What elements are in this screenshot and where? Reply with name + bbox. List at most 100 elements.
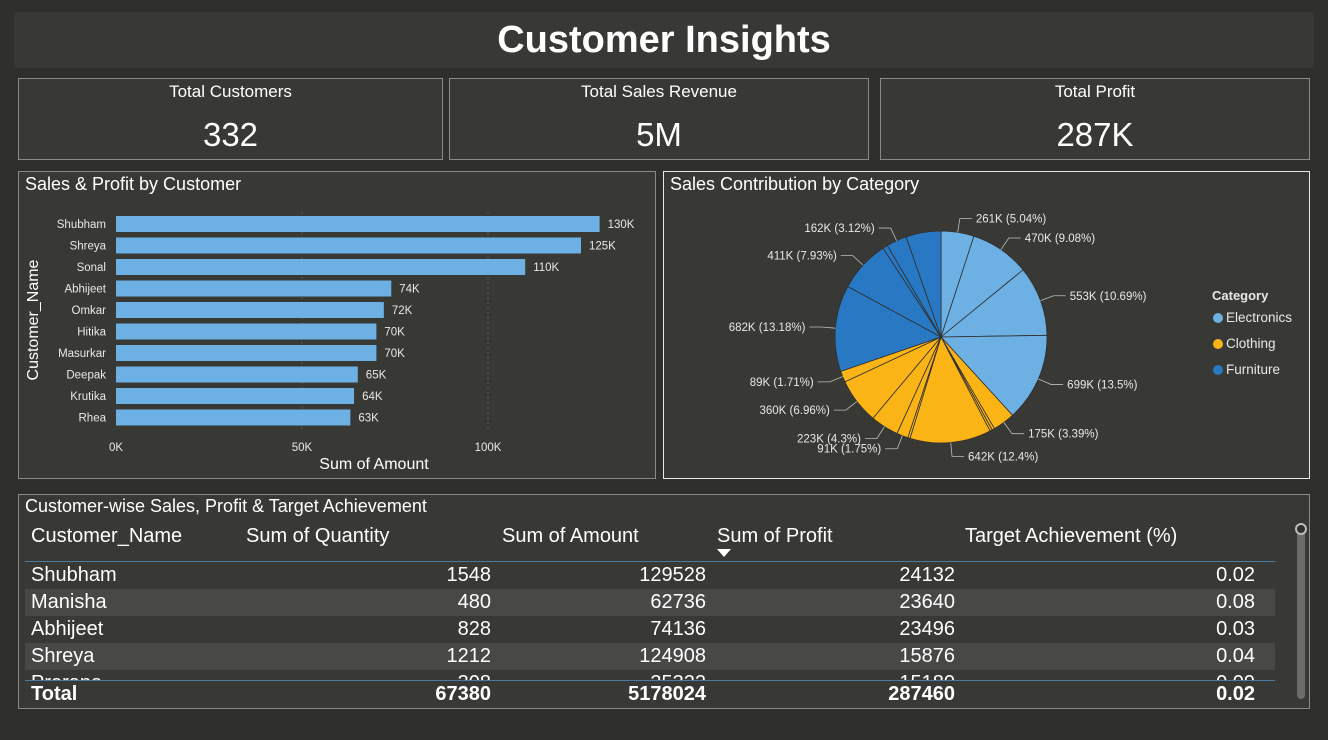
total-label: Total — [31, 683, 78, 705]
legend-title: Category — [1212, 288, 1269, 303]
bar[interactable] — [116, 409, 351, 426]
cell-amount: 62736 — [650, 591, 706, 613]
table-row[interactable]: Abhijeet 828 74136 23496 0.03 — [25, 616, 1275, 643]
cell-quantity: 1548 — [446, 564, 492, 586]
pie-leader-line — [817, 376, 843, 383]
bar[interactable] — [116, 388, 355, 404]
col-header-target-achievement[interactable]: Target Achievement (%) — [965, 525, 1177, 548]
x-tick-label: 50K — [292, 442, 313, 454]
pie-leader-line — [1040, 295, 1066, 301]
pie-chart-panel[interactable]: Sales Contribution by Category 261K (5.0… — [663, 171, 1310, 479]
legend-label[interactable]: Furniture — [1226, 362, 1280, 377]
legend-marker[interactable] — [1213, 365, 1223, 375]
x-tick-label: 0K — [109, 442, 123, 454]
data-table: Customer_Name Sum of Quantity Sum of Amo… — [25, 517, 1275, 711]
cell-amount: 74136 — [650, 618, 706, 640]
kpi-card-total-sales-revenue[interactable]: Total Sales Revenue 5M — [449, 78, 869, 160]
cell-quantity: 480 — [457, 591, 491, 613]
legend-marker[interactable] — [1213, 313, 1223, 323]
kpi-value: 5M — [636, 116, 682, 153]
pie-data-label: 223K (4.3%) — [797, 433, 861, 445]
kpi-label: Total Sales Revenue — [581, 82, 737, 101]
x-axis-title: Sum of Amount — [319, 456, 429, 473]
cell-quantity: 1212 — [446, 645, 492, 667]
cell-target-achievement: 0.02 — [1216, 564, 1255, 586]
bar-category-label: Rhea — [79, 413, 107, 425]
cell-quantity: 828 — [457, 618, 491, 640]
kpi-label: Total Profit — [1054, 82, 1136, 101]
cell-target-achievement: 0.04 — [1216, 645, 1255, 667]
dashboard-title-bar: Customer Insights — [14, 12, 1314, 68]
kpi-card-total-profit[interactable]: Total Profit 287K — [880, 78, 1310, 160]
table-row[interactable]: Prerana 308 35322 15180 0.09 — [25, 670, 1275, 680]
cell-target-achievement: 0.08 — [1216, 591, 1255, 613]
bar[interactable] — [116, 259, 526, 275]
cell-target-achievement: 0.09 — [1216, 672, 1255, 680]
table-total-row: Total 67380 5178024 287460 0.02 — [25, 680, 1275, 711]
table-scrollbar[interactable] — [1297, 523, 1305, 699]
col-header-sum-of-amount[interactable]: Sum of Amount — [502, 525, 639, 548]
cell-profit: 23640 — [899, 591, 955, 613]
bar[interactable] — [116, 345, 377, 361]
cell-customer-name: Shreya — [31, 645, 95, 667]
col-header-sum-of-profit[interactable]: Sum of Profit — [717, 525, 833, 548]
bar[interactable] — [116, 366, 358, 383]
cell-customer-name: Manisha — [31, 591, 107, 613]
pie-leader-line — [950, 442, 965, 457]
pie-leader-line — [878, 227, 897, 241]
total-profit: 287460 — [888, 683, 955, 705]
pie-data-label: 470K (9.08%) — [1025, 233, 1095, 245]
pie-data-label: 642K (12.4%) — [968, 451, 1038, 463]
bar-category-label: Masurkar — [58, 348, 106, 360]
pie-leader-line — [1038, 378, 1064, 385]
scrollbar-thumb[interactable] — [1295, 523, 1307, 535]
pie-data-label: 175K (3.39%) — [1028, 429, 1098, 441]
total-quantity: 67380 — [435, 683, 491, 705]
pie-leader-line — [957, 218, 972, 233]
bar-data-label: 64K — [362, 391, 383, 403]
table-title: Customer-wise Sales, Profit & Target Ach… — [25, 496, 427, 516]
pie-data-label: 360K (6.96%) — [760, 405, 830, 417]
pie-leader-line — [864, 426, 885, 439]
y-axis-title: Customer_Name — [25, 259, 42, 380]
bar-category-label: Shubham — [57, 219, 106, 231]
pie-data-label: 411K (7.93%) — [767, 251, 837, 263]
table-body: Shubham 1548 129528 24132 0.02 Manisha 4… — [25, 562, 1275, 680]
legend-marker[interactable] — [1213, 339, 1223, 349]
pie-data-label: 682K (13.18%) — [729, 322, 806, 334]
kpi-card-total-customers[interactable]: Total Customers 332 — [18, 78, 443, 160]
bar-data-label: 130K — [608, 219, 635, 231]
total-amount: 5178024 — [628, 683, 706, 705]
legend-label[interactable]: Electronics — [1226, 310, 1292, 325]
bar-data-label: 72K — [392, 305, 413, 317]
bar[interactable] — [116, 280, 392, 297]
sort-descending-icon[interactable] — [717, 549, 731, 557]
table-row[interactable]: Shreya 1212 124908 15876 0.04 — [25, 643, 1275, 670]
kpi-value: 332 — [202, 116, 259, 153]
table-panel[interactable]: Customer-wise Sales, Profit & Target Ach… — [18, 494, 1310, 709]
col-header-customer-name[interactable]: Customer_Name — [31, 525, 182, 548]
kpi-label: Total Customers — [169, 82, 292, 101]
pie-leader-line — [1003, 422, 1025, 435]
table-row[interactable]: Shubham 1548 129528 24132 0.02 — [25, 562, 1275, 589]
bar-chart: Shubham 130K Shreya 125K Sonal 110K Abhijeet 74… — [25, 212, 635, 473]
bar-category-label: Krutika — [70, 391, 106, 403]
pie-leader-line — [833, 401, 858, 411]
pie-leader-line — [1000, 237, 1021, 250]
bar-category-label: Deepak — [66, 370, 106, 382]
col-header-sum-of-quantity[interactable]: Sum of Quantity — [246, 525, 389, 548]
table-row[interactable]: Manisha 480 62736 23640 0.08 — [25, 589, 1275, 616]
bar[interactable] — [116, 302, 384, 318]
bar[interactable] — [116, 323, 377, 340]
bar-chart-panel[interactable]: Sales & Profit by Customer Shubham 130K Sh… — [18, 171, 656, 479]
bar-data-label: 74K — [399, 284, 420, 296]
legend-label[interactable]: Clothing — [1226, 336, 1276, 351]
bar-category-label: Shreya — [70, 241, 107, 253]
total-target-achievement: 0.02 — [1216, 683, 1255, 705]
cell-profit: 15180 — [899, 672, 955, 680]
bar[interactable] — [116, 237, 581, 254]
pie-data-label: 261K (5.04%) — [976, 213, 1046, 225]
cell-profit: 15876 — [899, 645, 955, 667]
bar[interactable] — [116, 216, 600, 232]
x-tick-label: 100K — [475, 442, 502, 454]
